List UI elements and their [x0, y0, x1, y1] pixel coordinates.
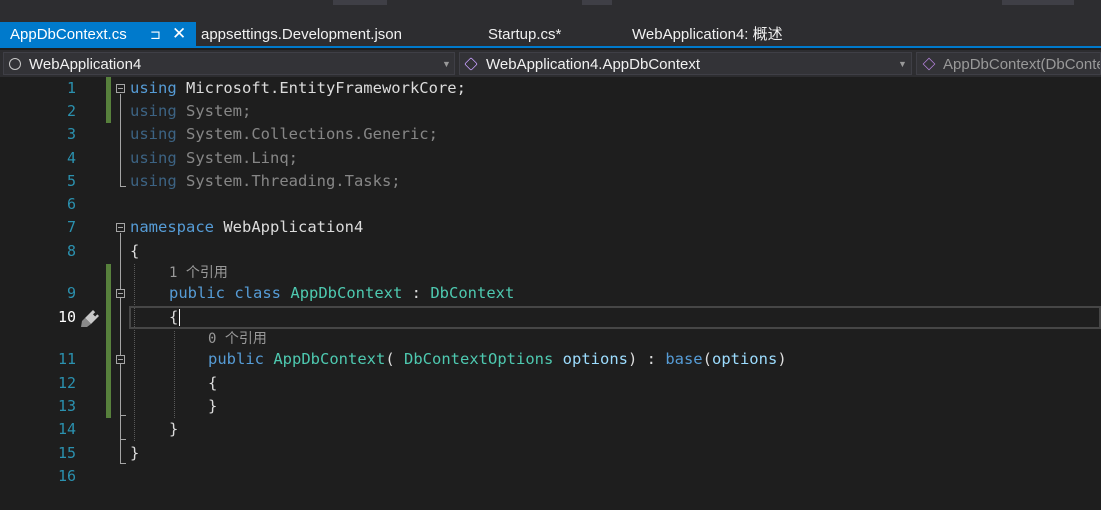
- code-line: using System.Threading.Tasks;: [130, 170, 401, 193]
- pin-icon[interactable]: ⊐: [150, 22, 161, 48]
- toolbar-stub: [1002, 0, 1074, 5]
- tab-appdbcontext[interactable]: AppDbContext.cs ⊐ ✕: [0, 22, 196, 48]
- keyword: public: [208, 350, 264, 368]
- title-strip: [0, 0, 1101, 22]
- close-icon[interactable]: ✕: [172, 21, 186, 47]
- tab-overview[interactable]: WebApplication4: 概述: [622, 22, 822, 48]
- navigation-bar: WebApplication4 ▼ WebApplication4.AppDbC…: [0, 50, 1101, 77]
- text-caret: [179, 309, 180, 326]
- base-type: DbContext: [430, 284, 515, 302]
- code-line: public class AppDbContext : DbContext: [169, 282, 514, 305]
- brace: }: [130, 444, 140, 462]
- class-icon: [464, 57, 478, 71]
- code-lens-references[interactable]: 1 个引用: [169, 263, 228, 283]
- keyword: using: [130, 125, 177, 143]
- namespace-name: WebApplication4: [214, 218, 364, 236]
- code-lens-references[interactable]: 0 个引用: [208, 329, 267, 349]
- brace: {: [208, 374, 218, 392]
- brace: {: [130, 242, 140, 260]
- keyword: public: [169, 284, 225, 302]
- toolbar-stub: [582, 0, 612, 5]
- brace: }: [208, 397, 218, 415]
- code-line: }: [208, 395, 217, 418]
- tab-label: AppDbContext.cs: [10, 26, 127, 43]
- code-editor[interactable]: 1 2 3 4 5 6 7 8 9 10 11 12 13 14 15 16 u…: [0, 77, 1101, 510]
- toolbar-stub: [333, 0, 387, 5]
- tab-appsettings-development[interactable]: appsettings.Development.json: [191, 22, 461, 48]
- keyword: using: [130, 79, 177, 97]
- code-line: using System;: [130, 100, 251, 123]
- punctuation: (: [702, 350, 712, 368]
- project-dropdown-label: WebApplication4: [29, 56, 142, 73]
- code-line: {: [130, 240, 139, 263]
- punctuation: ) :: [627, 350, 666, 368]
- chevron-down-icon: ▼: [442, 59, 451, 69]
- namespace-text: System.Linq;: [176, 149, 298, 167]
- constructor-name: AppDbContext: [273, 350, 386, 368]
- namespace-text: System.Threading.Tasks;: [176, 172, 401, 190]
- brace: }: [169, 420, 179, 438]
- project-dropdown[interactable]: WebApplication4 ▼: [3, 52, 455, 75]
- method-cube-icon: [922, 57, 936, 71]
- member-dropdown-label: AppDbContext(DbContextOptions options): [943, 56, 1100, 73]
- project-icon: [9, 58, 21, 70]
- namespace-text: System;: [176, 102, 252, 120]
- active-tab-underline: [0, 46, 1101, 48]
- code-line: namespace WebApplication4: [130, 216, 363, 239]
- code-text-area[interactable]: using Microsoft.EntityFrameworkCore; usi…: [0, 77, 1101, 510]
- keyword: base: [665, 350, 703, 368]
- keyword: using: [130, 102, 177, 120]
- punctuation: :: [402, 284, 431, 302]
- parameter-name: options: [562, 350, 628, 368]
- argument-name: options: [711, 350, 778, 368]
- namespace-text: System.Collections.Generic;: [176, 125, 438, 143]
- code-line: public AppDbContext( DbContextOptions op…: [208, 348, 787, 371]
- code-line: }: [130, 442, 139, 465]
- keyword: using: [130, 149, 177, 167]
- class-name: AppDbContext: [290, 284, 403, 302]
- type-dropdown[interactable]: WebApplication4.AppDbContext ▼: [459, 52, 912, 75]
- tab-startup[interactable]: Startup.cs*: [478, 22, 598, 48]
- keyword: class: [234, 284, 282, 302]
- brace: {: [169, 308, 179, 326]
- punctuation: ): [777, 350, 787, 368]
- chevron-down-icon: ▼: [898, 59, 907, 69]
- keyword: using: [130, 172, 177, 190]
- code-line: }: [169, 418, 178, 441]
- code-line-current: {: [169, 306, 178, 329]
- parameter-type: DbContextOptions: [404, 350, 554, 368]
- namespace-text: Microsoft.EntityFrameworkCore;: [176, 79, 466, 97]
- keyword: namespace: [130, 218, 214, 236]
- member-dropdown[interactable]: AppDbContext(DbContextOptions options): [916, 52, 1101, 75]
- tab-label: appsettings.Development.json: [201, 26, 402, 43]
- code-line: using Microsoft.EntityFrameworkCore;: [130, 77, 466, 100]
- code-line: {: [208, 372, 217, 395]
- code-line: using System.Linq;: [130, 147, 298, 170]
- punctuation: (: [385, 350, 404, 368]
- code-line: using System.Collections.Generic;: [130, 123, 438, 146]
- document-tab-bar: AppDbContext.cs ⊐ ✕ appsettings.Developm…: [0, 22, 1101, 48]
- tab-label: Startup.cs*: [488, 26, 562, 43]
- type-dropdown-label: WebApplication4.AppDbContext: [486, 56, 701, 73]
- tab-label: WebApplication4: 概述: [632, 26, 783, 43]
